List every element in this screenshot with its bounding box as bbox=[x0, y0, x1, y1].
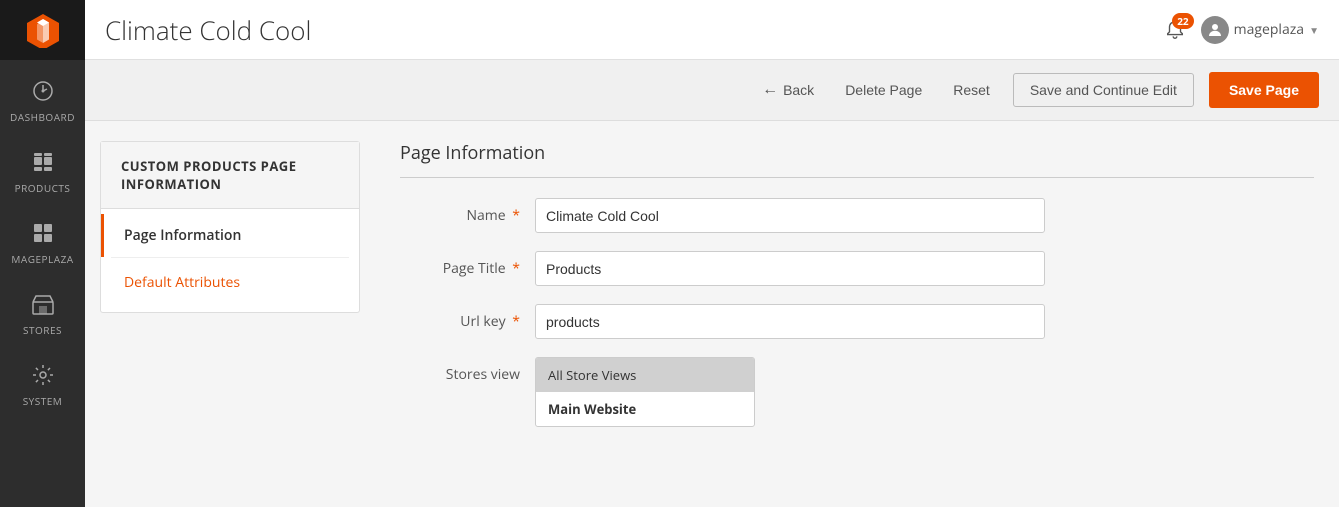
header-actions: 22 mageplaza ▼ bbox=[1164, 16, 1319, 44]
name-required-star: * bbox=[512, 206, 520, 225]
page-title-field-row: Page Title * bbox=[400, 251, 1314, 286]
url-key-required-star: * bbox=[512, 312, 520, 331]
page-title: Climate Cold Cool bbox=[105, 12, 311, 48]
magento-logo-icon bbox=[25, 12, 61, 48]
menu-item-default-attributes[interactable]: Default Attributes bbox=[101, 258, 359, 307]
name-input[interactable] bbox=[535, 198, 1045, 233]
left-panel: CUSTOM PRODUCTS PAGE INFORMATION Page In… bbox=[85, 121, 375, 507]
content-area: CUSTOM PRODUCTS PAGE INFORMATION Page In… bbox=[85, 121, 1339, 507]
left-panel-heading: CUSTOM PRODUCTS PAGE INFORMATION bbox=[101, 142, 359, 209]
main-content: Climate Cold Cool 22 magep bbox=[85, 0, 1339, 507]
user-avatar bbox=[1201, 16, 1229, 44]
dashboard-icon bbox=[29, 77, 57, 105]
stores-select[interactable]: All Store Views Main Website bbox=[535, 357, 755, 427]
dashboard-label: Dashboard bbox=[10, 110, 75, 124]
sidebar-item-dashboard[interactable]: Dashboard bbox=[0, 65, 85, 136]
stores-option-all[interactable]: All Store Views bbox=[536, 358, 754, 392]
name-field-row: Name * bbox=[400, 198, 1314, 233]
page-title-label: Page Title * bbox=[400, 251, 520, 278]
delete-page-button[interactable]: Delete Page bbox=[837, 77, 930, 103]
sidebar: Dashboard Products Mageplaza bbox=[0, 0, 85, 507]
sidebar-item-products[interactable]: Products bbox=[0, 136, 85, 207]
chevron-down-icon: ▼ bbox=[1309, 23, 1319, 37]
stores-view-label: Stores view bbox=[400, 357, 520, 384]
left-panel-menu: Page Information Default Attributes bbox=[101, 209, 359, 312]
back-button[interactable]: ← Back bbox=[754, 76, 822, 104]
save-page-button[interactable]: Save Page bbox=[1209, 72, 1319, 108]
page-title-required-star: * bbox=[512, 259, 520, 278]
mageplaza-label: Mageplaza bbox=[11, 252, 73, 266]
products-label: Products bbox=[15, 181, 71, 195]
menu-item-page-information[interactable]: Page Information bbox=[101, 214, 359, 257]
page-title-input[interactable] bbox=[535, 251, 1045, 286]
back-label: Back bbox=[783, 82, 814, 98]
system-label: System bbox=[23, 394, 63, 408]
right-panel: Page Information Name * Page Title * bbox=[375, 121, 1339, 507]
mageplaza-icon bbox=[29, 219, 57, 247]
header: Climate Cold Cool 22 magep bbox=[85, 0, 1339, 60]
sidebar-item-system[interactable]: System bbox=[0, 349, 85, 420]
stores-icon bbox=[29, 290, 57, 318]
stores-view-field-row: Stores view All Store Views Main Website bbox=[400, 357, 1314, 427]
system-icon bbox=[29, 361, 57, 389]
name-label: Name * bbox=[400, 198, 520, 225]
notification-count: 22 bbox=[1172, 13, 1193, 29]
reset-button[interactable]: Reset bbox=[945, 77, 998, 103]
logo[interactable] bbox=[0, 0, 85, 60]
url-key-label: Url key * bbox=[400, 304, 520, 331]
save-continue-label: Save and Continue Edit bbox=[1030, 82, 1177, 98]
back-arrow-icon: ← bbox=[762, 81, 778, 99]
save-page-label: Save Page bbox=[1229, 82, 1299, 98]
sidebar-item-mageplaza[interactable]: Mageplaza bbox=[0, 207, 85, 278]
save-continue-button[interactable]: Save and Continue Edit bbox=[1013, 73, 1194, 107]
stores-label: Stores bbox=[23, 323, 62, 337]
url-key-field-row: Url key * bbox=[400, 304, 1314, 339]
products-icon bbox=[29, 148, 57, 176]
left-panel-card: CUSTOM PRODUCTS PAGE INFORMATION Page In… bbox=[100, 141, 360, 313]
sidebar-item-stores[interactable]: Stores bbox=[0, 278, 85, 349]
user-menu[interactable]: mageplaza ▼ bbox=[1201, 16, 1319, 44]
stores-option-main[interactable]: Main Website bbox=[536, 392, 754, 426]
delete-page-label: Delete Page bbox=[845, 82, 922, 98]
toolbar: ← Back Delete Page Reset Save and Contin… bbox=[85, 60, 1339, 121]
url-key-input[interactable] bbox=[535, 304, 1045, 339]
user-name: mageplaza bbox=[1234, 20, 1304, 39]
notification-bell[interactable]: 22 bbox=[1164, 19, 1186, 41]
reset-label: Reset bbox=[953, 82, 990, 98]
form-section-title: Page Information bbox=[400, 141, 1314, 178]
